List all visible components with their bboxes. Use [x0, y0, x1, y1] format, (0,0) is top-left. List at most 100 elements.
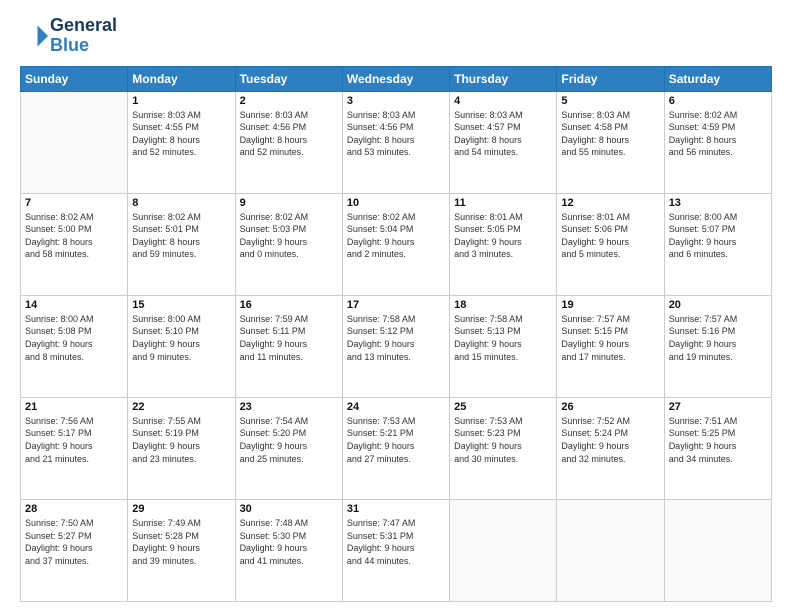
calendar-day-cell: 10 Sunrise: 8:02 AM Sunset: 5:04 PM Dayli…: [342, 193, 449, 295]
weekday-header: Thursday: [450, 66, 557, 91]
calendar-day-cell: [557, 499, 664, 601]
page: General Blue SundayMondayTuesdayWednesda…: [0, 0, 792, 612]
calendar-day-cell: 8Sunrise: 8:02 AM Sunset: 5:01 PM Daylig…: [128, 193, 235, 295]
calendar-day-cell: 17 Sunrise: 7:58 AM Sunset: 5:12 PM Dayli…: [342, 295, 449, 397]
day-number: 13: [669, 197, 767, 209]
day-number: 31: [347, 503, 445, 515]
day-number: 18: [454, 299, 552, 311]
calendar-day-cell: 18 Sunrise: 7:58 AM Sunset: 5:13 PM Dayli…: [450, 295, 557, 397]
calendar-week-row: 21 Sunrise: 7:56 AM Sunset: 5:17 PM Dayli…: [21, 397, 772, 499]
day-number: 1: [132, 95, 230, 107]
day-number: 10: [347, 197, 445, 209]
day-number: 23: [240, 401, 338, 413]
day-info: Sunrise: 7:54 AM Sunset: 5:20 PM Dayligh…: [240, 415, 338, 465]
day-number: 27: [669, 401, 767, 413]
weekday-header: Saturday: [664, 66, 771, 91]
day-number: 2: [240, 95, 338, 107]
day-info: Sunrise: 7:51 AM Sunset: 5:25 PM Dayligh…: [669, 415, 767, 465]
day-number: 16: [240, 299, 338, 311]
day-number: 22: [132, 401, 230, 413]
calendar-day-cell: 21 Sunrise: 7:56 AM Sunset: 5:17 PM Dayli…: [21, 397, 128, 499]
calendar-day-cell: 19 Sunrise: 7:57 AM Sunset: 5:15 PM Dayli…: [557, 295, 664, 397]
calendar-day-cell: [664, 499, 771, 601]
day-info: Sunrise: 7:58 AM Sunset: 5:13 PM Dayligh…: [454, 313, 552, 363]
day-number: 20: [669, 299, 767, 311]
header: General Blue: [20, 16, 772, 56]
day-info: Sunrise: 8:00 AM Sunset: 5:10 PM Dayligh…: [132, 313, 230, 363]
day-info: Sunrise: 7:50 AM Sunset: 5:27 PM Dayligh…: [25, 517, 123, 567]
day-info: Sunrise: 7:58 AM Sunset: 5:12 PM Dayligh…: [347, 313, 445, 363]
calendar-week-row: 14 Sunrise: 8:00 AM Sunset: 5:08 PM Dayli…: [21, 295, 772, 397]
calendar-day-cell: 28 Sunrise: 7:50 AM Sunset: 5:27 PM Dayli…: [21, 499, 128, 601]
day-number: 11: [454, 197, 552, 209]
day-info: Sunrise: 8:03 AM Sunset: 4:56 PM Dayligh…: [347, 109, 445, 159]
day-info: Sunrise: 7:53 AM Sunset: 5:23 PM Dayligh…: [454, 415, 552, 465]
calendar-week-row: 7Sunrise: 8:02 AM Sunset: 5:00 PM Daylig…: [21, 193, 772, 295]
calendar-day-cell: 12Sunrise: 8:01 AM Sunset: 5:06 PM Dayli…: [557, 193, 664, 295]
day-number: 3: [347, 95, 445, 107]
day-number: 25: [454, 401, 552, 413]
day-info: Sunrise: 8:02 AM Sunset: 5:03 PM Dayligh…: [240, 211, 338, 261]
calendar-day-cell: 2 Sunrise: 8:03 AM Sunset: 4:56 PM Daylig…: [235, 91, 342, 193]
calendar-day-cell: 4Sunrise: 8:03 AM Sunset: 4:57 PM Daylig…: [450, 91, 557, 193]
day-number: 17: [347, 299, 445, 311]
day-info: Sunrise: 8:03 AM Sunset: 4:55 PM Dayligh…: [132, 109, 230, 159]
calendar-day-cell: 5Sunrise: 8:03 AM Sunset: 4:58 PM Daylig…: [557, 91, 664, 193]
day-info: Sunrise: 7:52 AM Sunset: 5:24 PM Dayligh…: [561, 415, 659, 465]
logo-text: General Blue: [50, 16, 117, 56]
calendar-day-cell: [450, 499, 557, 601]
day-number: 30: [240, 503, 338, 515]
calendar-day-cell: 22 Sunrise: 7:55 AM Sunset: 5:19 PM Dayli…: [128, 397, 235, 499]
calendar-table: SundayMondayTuesdayWednesdayThursdayFrid…: [20, 66, 772, 602]
calendar-week-row: 28 Sunrise: 7:50 AM Sunset: 5:27 PM Dayli…: [21, 499, 772, 601]
day-info: Sunrise: 7:49 AM Sunset: 5:28 PM Dayligh…: [132, 517, 230, 567]
day-info: Sunrise: 8:02 AM Sunset: 4:59 PM Dayligh…: [669, 109, 767, 159]
calendar-day-cell: 23 Sunrise: 7:54 AM Sunset: 5:20 PM Dayli…: [235, 397, 342, 499]
day-number: 7: [25, 197, 123, 209]
logo: General Blue: [20, 16, 117, 56]
day-info: Sunrise: 7:55 AM Sunset: 5:19 PM Dayligh…: [132, 415, 230, 465]
calendar-day-cell: 30 Sunrise: 7:48 AM Sunset: 5:30 PM Dayli…: [235, 499, 342, 601]
day-number: 29: [132, 503, 230, 515]
weekday-header: Friday: [557, 66, 664, 91]
day-info: Sunrise: 8:00 AM Sunset: 5:07 PM Dayligh…: [669, 211, 767, 261]
calendar-day-cell: 27 Sunrise: 7:51 AM Sunset: 5:25 PM Dayli…: [664, 397, 771, 499]
calendar-day-cell: 20 Sunrise: 7:57 AM Sunset: 5:16 PM Dayli…: [664, 295, 771, 397]
day-number: 14: [25, 299, 123, 311]
day-info: Sunrise: 8:03 AM Sunset: 4:57 PM Dayligh…: [454, 109, 552, 159]
day-info: Sunrise: 8:00 AM Sunset: 5:08 PM Dayligh…: [25, 313, 123, 363]
day-number: 19: [561, 299, 659, 311]
day-number: 12: [561, 197, 659, 209]
calendar-day-cell: 1 Sunrise: 8:03 AM Sunset: 4:55 PM Daylig…: [128, 91, 235, 193]
day-number: 21: [25, 401, 123, 413]
day-info: Sunrise: 7:57 AM Sunset: 5:16 PM Dayligh…: [669, 313, 767, 363]
calendar-day-cell: 9 Sunrise: 8:02 AM Sunset: 5:03 PM Daylig…: [235, 193, 342, 295]
weekday-header: Wednesday: [342, 66, 449, 91]
calendar-day-cell: 13 Sunrise: 8:00 AM Sunset: 5:07 PM Dayli…: [664, 193, 771, 295]
calendar-day-cell: 14 Sunrise: 8:00 AM Sunset: 5:08 PM Dayli…: [21, 295, 128, 397]
day-info: Sunrise: 8:02 AM Sunset: 5:01 PM Dayligh…: [132, 211, 230, 261]
weekday-header: Tuesday: [235, 66, 342, 91]
calendar-day-cell: 16Sunrise: 7:59 AM Sunset: 5:11 PM Dayli…: [235, 295, 342, 397]
weekday-header: Monday: [128, 66, 235, 91]
day-info: Sunrise: 8:03 AM Sunset: 4:56 PM Dayligh…: [240, 109, 338, 159]
day-number: 28: [25, 503, 123, 515]
calendar-day-cell: 3 Sunrise: 8:03 AM Sunset: 4:56 PM Daylig…: [342, 91, 449, 193]
day-info: Sunrise: 7:48 AM Sunset: 5:30 PM Dayligh…: [240, 517, 338, 567]
calendar-day-cell: [21, 91, 128, 193]
weekday-header: Sunday: [21, 66, 128, 91]
day-info: Sunrise: 7:56 AM Sunset: 5:17 PM Dayligh…: [25, 415, 123, 465]
day-info: Sunrise: 8:02 AM Sunset: 5:04 PM Dayligh…: [347, 211, 445, 261]
day-info: Sunrise: 7:47 AM Sunset: 5:31 PM Dayligh…: [347, 517, 445, 567]
calendar-day-cell: 24Sunrise: 7:53 AM Sunset: 5:21 PM Dayli…: [342, 397, 449, 499]
day-info: Sunrise: 8:01 AM Sunset: 5:05 PM Dayligh…: [454, 211, 552, 261]
calendar-day-cell: 7Sunrise: 8:02 AM Sunset: 5:00 PM Daylig…: [21, 193, 128, 295]
calendar-day-cell: 6 Sunrise: 8:02 AM Sunset: 4:59 PM Daylig…: [664, 91, 771, 193]
day-number: 6: [669, 95, 767, 107]
day-info: Sunrise: 7:57 AM Sunset: 5:15 PM Dayligh…: [561, 313, 659, 363]
day-number: 9: [240, 197, 338, 209]
calendar-day-cell: 29 Sunrise: 7:49 AM Sunset: 5:28 PM Dayli…: [128, 499, 235, 601]
logo-icon: [20, 22, 48, 50]
day-info: Sunrise: 7:53 AM Sunset: 5:21 PM Dayligh…: [347, 415, 445, 465]
day-number: 26: [561, 401, 659, 413]
